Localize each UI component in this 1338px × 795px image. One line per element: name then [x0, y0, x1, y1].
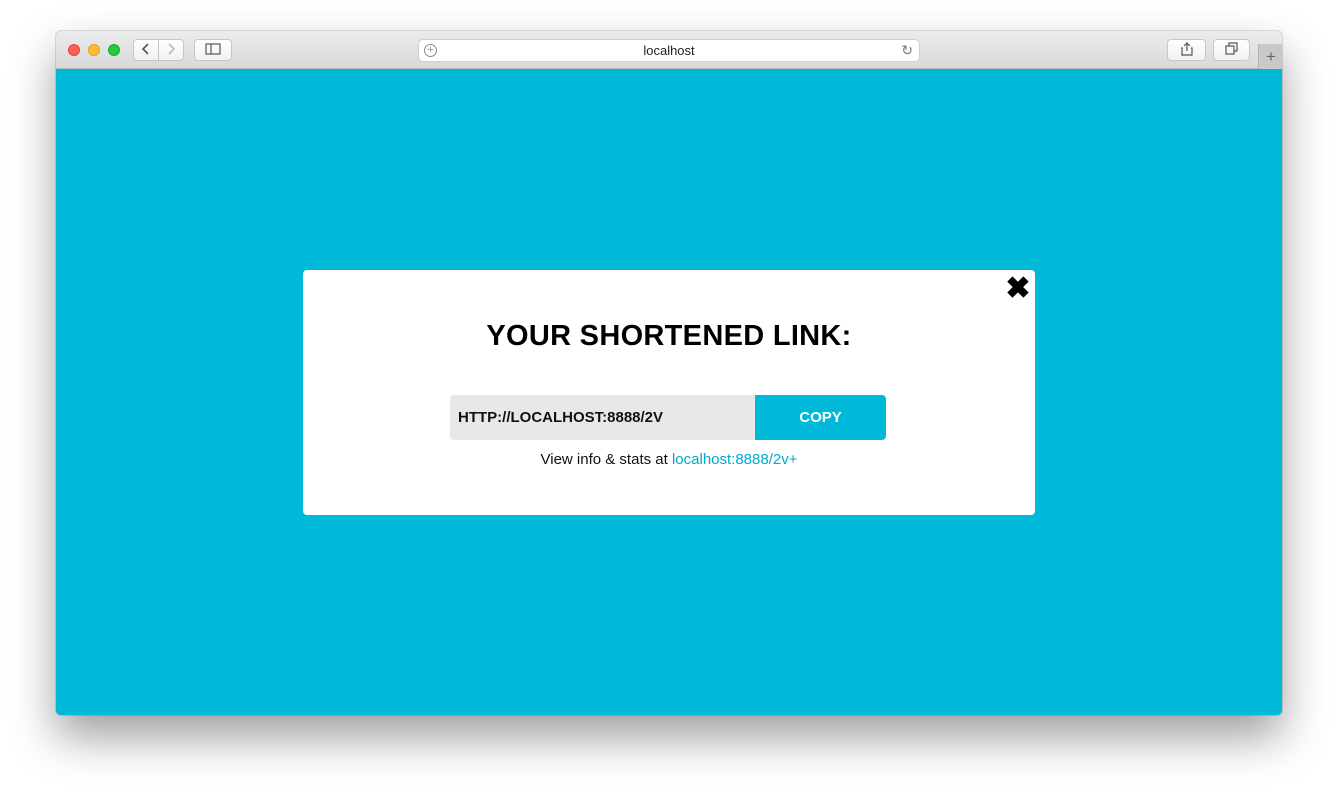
link-row: HTTP://LOCALHOST:8888/2V COPY [450, 395, 886, 440]
minimize-window-button[interactable] [88, 44, 100, 56]
plus-icon: + [1266, 46, 1276, 66]
short-link-field[interactable]: HTTP://LOCALHOST:8888/2V [450, 395, 755, 440]
share-button[interactable] [1167, 39, 1206, 61]
show-tabs-button[interactable] [1213, 39, 1250, 61]
stats-prefix: View info & stats at [540, 451, 668, 468]
modal-title: YOUR SHORTENED LINK: [486, 320, 852, 352]
share-icon [1180, 41, 1193, 59]
sidebar-icon [205, 42, 221, 58]
close-window-button[interactable] [68, 44, 80, 56]
url-text: localhost [643, 43, 695, 58]
plus-circle-icon[interactable]: + [424, 44, 437, 57]
stats-text: View info & stats at localhost:8888/2v+ [303, 451, 1035, 468]
page-content: ✖ YOUR SHORTENED LINK: HTTP://LOCALHOST:… [56, 69, 1282, 715]
close-icon[interactable]: ✖ [1005, 274, 1031, 304]
reload-icon[interactable]: ↻ [901, 42, 913, 59]
forward-button[interactable] [158, 39, 184, 61]
browser-window: + localhost ↻ + ✖ YOUR SHORTENED LINK: H… [56, 31, 1282, 715]
chevron-left-icon [141, 42, 151, 58]
new-tab-button[interactable]: + [1258, 44, 1282, 69]
navigation-buttons [133, 39, 185, 61]
tabs-icon [1225, 42, 1238, 58]
copy-button[interactable]: COPY [755, 395, 886, 440]
back-button[interactable] [133, 39, 159, 61]
address-bar[interactable]: + localhost ↻ [418, 39, 920, 62]
chevron-right-icon [166, 42, 176, 58]
shortened-link-modal: ✖ YOUR SHORTENED LINK: HTTP://LOCALHOST:… [303, 270, 1035, 515]
stats-link[interactable]: localhost:8888/2v+ [672, 451, 798, 468]
browser-toolbar: + localhost ↻ + [56, 31, 1282, 69]
zoom-window-button[interactable] [108, 44, 120, 56]
sidebar-button[interactable] [194, 39, 232, 61]
